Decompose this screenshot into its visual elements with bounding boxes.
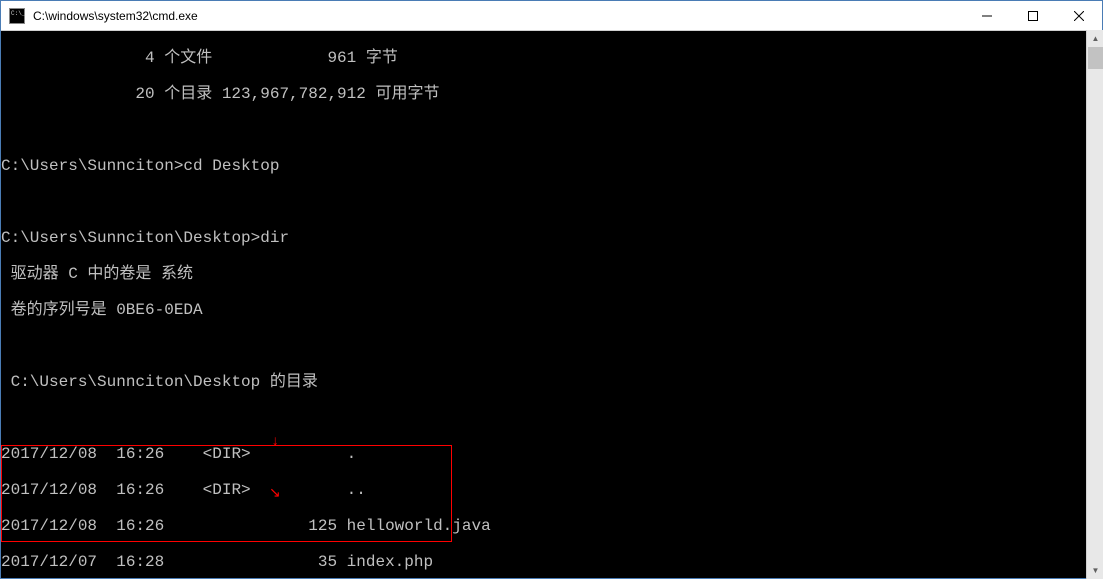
output-line: 2017/12/08 16:26 <DIR> . [1, 445, 1102, 463]
output-line [1, 193, 1102, 211]
cmd-window: C:\windows\system32\cmd.exe 4 个文件 961 字节… [0, 0, 1103, 579]
output-line: C:\Users\Sunnciton\Desktop>dir [1, 229, 1102, 247]
scroll-up-button[interactable]: ▲ [1087, 30, 1103, 47]
output-line [1, 121, 1102, 139]
output-line: 2017/12/08 16:26 <DIR> .. [1, 481, 1102, 499]
maximize-button[interactable] [1010, 1, 1056, 30]
window-title: C:\windows\system32\cmd.exe [31, 9, 964, 23]
output-line: C:\Users\Sunnciton>cd Desktop [1, 157, 1102, 175]
output-line: 2017/12/08 16:26 125 helloworld.java [1, 517, 1102, 535]
close-button[interactable] [1056, 1, 1102, 30]
output-line: 卷的序列号是 0BE6-0EDA [1, 301, 1102, 319]
output-line: C:\Users\Sunnciton\Desktop 的目录 [1, 373, 1102, 391]
titlebar[interactable]: C:\windows\system32\cmd.exe [1, 1, 1102, 31]
window-controls [964, 1, 1102, 30]
output-line [1, 337, 1102, 355]
output-line: 20 个目录 123,967,782,912 可用字节 [1, 85, 1102, 103]
scrollbar-thumb[interactable] [1088, 47, 1103, 69]
terminal-output[interactable]: 4 个文件 961 字节 20 个目录 123,967,782,912 可用字节… [1, 31, 1102, 578]
output-line: 4 个文件 961 字节 [1, 49, 1102, 67]
output-line: 驱动器 C 中的卷是 系统 [1, 265, 1102, 283]
output-line [1, 409, 1102, 427]
minimize-button[interactable] [964, 1, 1010, 30]
output-line: 2017/12/07 16:28 35 index.php [1, 553, 1102, 571]
vertical-scrollbar[interactable]: ▲ ▼ [1086, 30, 1103, 579]
scroll-down-button[interactable]: ▼ [1087, 562, 1103, 579]
cmd-icon [9, 8, 25, 24]
